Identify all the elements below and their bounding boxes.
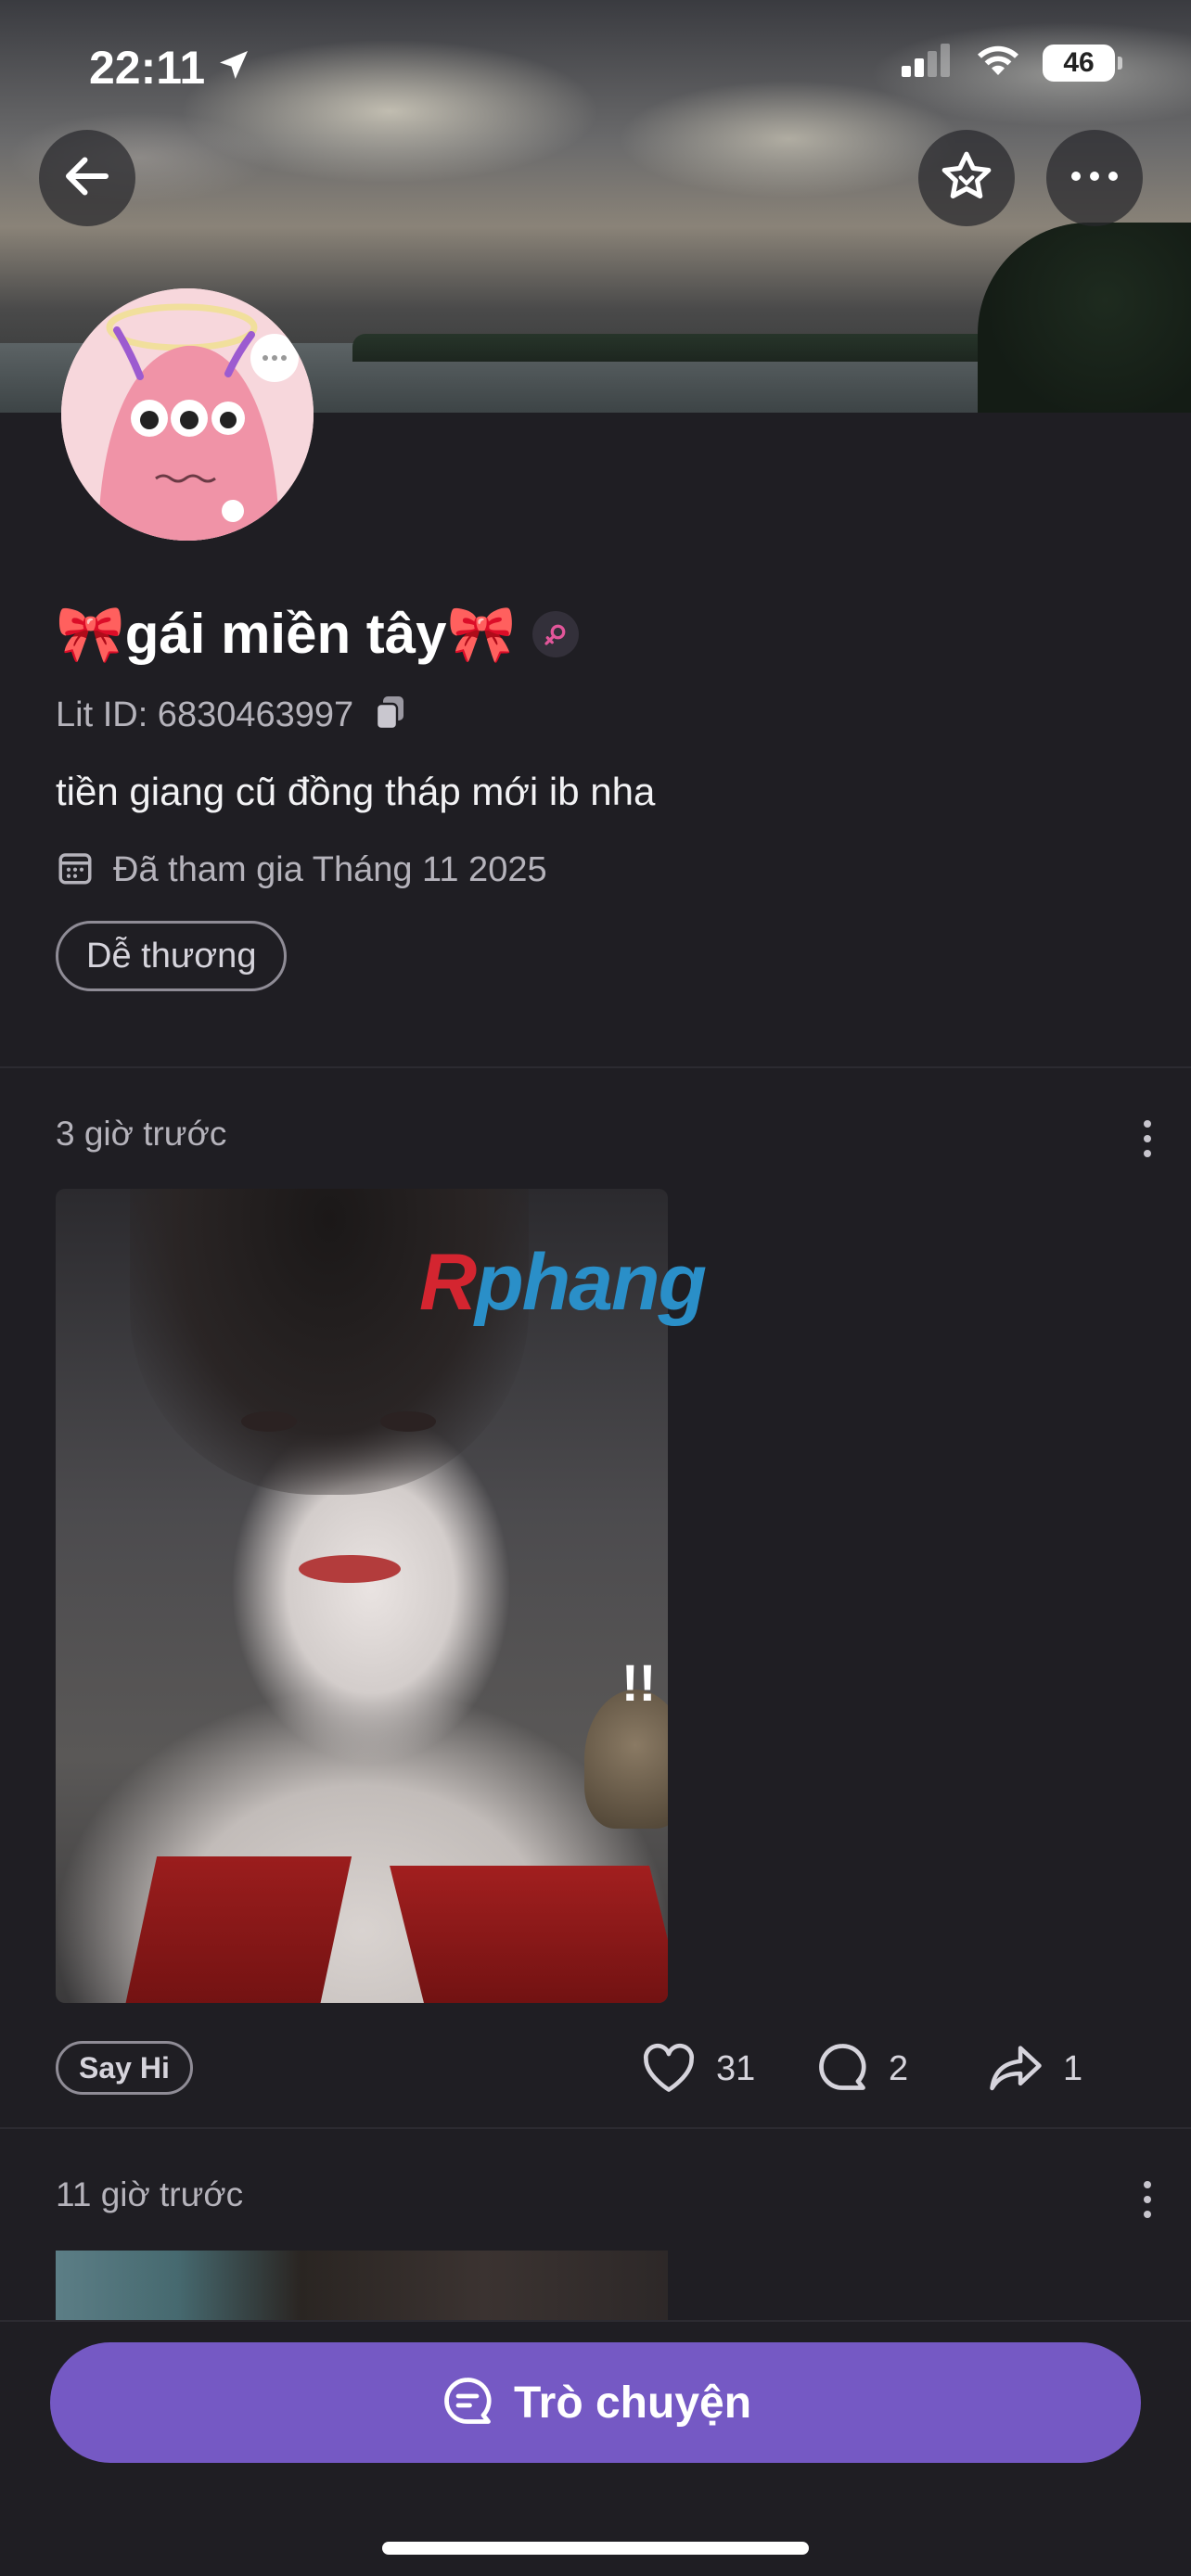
star-icon bbox=[938, 147, 995, 210]
share-count: 1 bbox=[1063, 2048, 1083, 2088]
avatar-illustration bbox=[61, 288, 314, 541]
cover-trees bbox=[978, 223, 1191, 413]
profile-name: 🎀gái miền tây🎀 bbox=[56, 603, 517, 665]
more-vertical-icon bbox=[1144, 2181, 1151, 2188]
joined-date: Đã tham gia Tháng 11 2025 bbox=[113, 850, 547, 889]
comment-button[interactable]: 2 bbox=[814, 2036, 908, 2101]
photo-hair bbox=[130, 1189, 529, 1495]
photo-eye bbox=[241, 1411, 297, 1432]
heart-icon bbox=[640, 2040, 698, 2098]
chat-button[interactable]: Trò chuyện bbox=[50, 2342, 1141, 2463]
more-dot bbox=[1144, 2196, 1151, 2203]
status-icons: 46 bbox=[902, 43, 1122, 83]
photo-dress bbox=[121, 1856, 352, 2003]
profile-page: 22:11 46 🎀gái miền tây🎀 Lit ID: 68304639… bbox=[0, 0, 1191, 2576]
chat-bubble-icon bbox=[440, 2373, 495, 2433]
avatar[interactable] bbox=[61, 288, 314, 541]
like-count: 31 bbox=[716, 2048, 756, 2088]
post-divider bbox=[0, 2127, 1191, 2129]
profile-bio: tiền giang cũ đồng tháp mới ib nha bbox=[56, 770, 656, 813]
back-button[interactable] bbox=[39, 130, 135, 226]
home-indicator[interactable] bbox=[382, 2542, 809, 2555]
location-arrow-icon bbox=[215, 46, 252, 88]
more-dot bbox=[1144, 1135, 1151, 1142]
name-row: 🎀gái miền tây🎀 bbox=[56, 601, 580, 667]
chat-button-label: Trò chuyện bbox=[513, 2378, 752, 2428]
lit-id: Lit ID: 6830463997 bbox=[56, 695, 354, 734]
personality-tag[interactable]: Dễ thương bbox=[56, 921, 288, 991]
female-icon bbox=[532, 610, 580, 657]
photo-dress bbox=[390, 1866, 668, 2003]
post-timestamp: 11 giờ trước bbox=[56, 2175, 244, 2213]
comment-count: 2 bbox=[889, 2048, 909, 2088]
watermark-logo: Rphang bbox=[419, 1238, 707, 1327]
calendar-icon bbox=[56, 848, 95, 892]
photo-eye bbox=[380, 1411, 436, 1432]
joined-row: Đã tham gia Tháng 11 2025 bbox=[56, 848, 547, 892]
more-horizontal-icon bbox=[1067, 169, 1122, 188]
favorite-button[interactable] bbox=[918, 130, 1015, 226]
more-dot bbox=[1144, 1150, 1151, 1157]
post-more-button[interactable] bbox=[1141, 2181, 1154, 2218]
section-divider bbox=[0, 1066, 1191, 1068]
photo-exclamation: !! bbox=[621, 1653, 657, 1712]
copy-icon[interactable] bbox=[375, 696, 405, 734]
share-icon bbox=[987, 2041, 1044, 2098]
status-time: 22:11 bbox=[89, 42, 206, 94]
share-button[interactable]: 1 bbox=[987, 2036, 1082, 2101]
back-arrow-icon bbox=[59, 148, 115, 209]
comment-icon bbox=[814, 2039, 870, 2099]
more-vertical-icon bbox=[1144, 1120, 1151, 1128]
say-hi-button[interactable]: Say Hi bbox=[56, 2041, 193, 2095]
more-dot bbox=[1144, 2211, 1151, 2218]
like-button[interactable]: 31 bbox=[640, 2036, 755, 2101]
cellular-signal-icon bbox=[902, 44, 954, 82]
post-timestamp: 3 giờ trước bbox=[56, 1115, 227, 1153]
post-more-button[interactable] bbox=[1141, 1120, 1154, 1157]
battery-icon: 46 bbox=[1043, 44, 1122, 82]
lit-id-row: Lit ID: 6830463997 bbox=[56, 695, 405, 735]
wifi-icon bbox=[974, 43, 1022, 83]
more-options-button[interactable] bbox=[1046, 130, 1143, 226]
photo-lips bbox=[299, 1555, 401, 1583]
